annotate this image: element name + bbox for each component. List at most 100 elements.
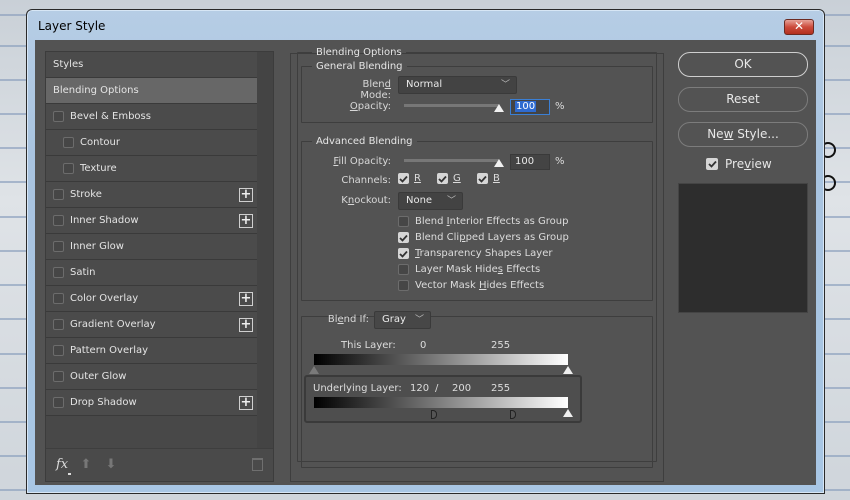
style-item-label: Inner Glow: [70, 241, 124, 252]
style-checkbox[interactable]: [53, 345, 64, 356]
this-layer-black-thumb[interactable]: [309, 366, 319, 374]
move-down-icon[interactable]: ⬇: [104, 458, 118, 472]
dialog-body: Styles Blending Options Bevel & Emboss Cont…: [35, 40, 816, 485]
preview-checkbox[interactable]: Preview: [706, 157, 772, 171]
this-layer-white-value: 255: [491, 340, 511, 351]
add-effect-icon[interactable]: +: [239, 318, 253, 332]
advanced-option-checkbox[interactable]: Layer Mask Hides Effects: [398, 264, 540, 275]
close-button[interactable]: ✕: [784, 19, 814, 35]
advanced-option-checkbox[interactable]: Blend Interior Effects as Group: [398, 216, 568, 227]
style-checkbox[interactable]: [53, 397, 64, 408]
advanced-option-label: Blend Clipped Layers as Group: [415, 232, 569, 243]
check-icon: [477, 173, 488, 184]
fill-opacity-input[interactable]: 100: [510, 154, 550, 170]
trash-icon[interactable]: [252, 458, 263, 471]
add-effect-icon[interactable]: +: [239, 396, 253, 410]
opacity-label: Opacity:: [349, 101, 391, 112]
style-item-blending-options[interactable]: Blending Options: [46, 78, 258, 104]
close-icon: ✕: [793, 19, 805, 33]
fill-opacity-slider-thumb[interactable]: [494, 159, 504, 167]
blend-mode-value: Normal: [406, 79, 443, 90]
knockout-select[interactable]: None ﹀: [398, 192, 463, 210]
style-item-color-overlay[interactable]: Color Overlay +: [46, 286, 258, 312]
style-item-stroke[interactable]: Stroke +: [46, 182, 258, 208]
knockout-label: Knockout:: [341, 195, 391, 206]
fill-percent-sign: %: [555, 156, 565, 167]
style-item-pattern-overlay[interactable]: Pattern Overlay: [46, 338, 258, 364]
advanced-option-label: Layer Mask Hides Effects: [415, 264, 541, 275]
style-item-bevel-emboss[interactable]: Bevel & Emboss: [46, 104, 258, 130]
style-checkbox[interactable]: [53, 371, 64, 382]
advanced-option-checkbox[interactable]: Transparency Shapes Layer: [398, 248, 552, 259]
underlying-white-value: 255: [491, 383, 511, 394]
chevron-down-icon: ﹀: [446, 196, 456, 206]
check-icon: [398, 248, 409, 259]
add-effect-icon[interactable]: +: [239, 292, 253, 306]
underlying-layer-gradient: [314, 397, 568, 408]
style-item-contour[interactable]: Contour: [46, 130, 258, 156]
style-item-label: Pattern Overlay: [70, 345, 149, 356]
style-checkbox[interactable]: [53, 189, 64, 200]
style-item-label: Outer Glow: [70, 371, 127, 382]
style-checkbox[interactable]: [63, 137, 74, 148]
style-checkbox[interactable]: [63, 163, 74, 174]
knockout-value: None: [406, 195, 433, 206]
new-style-button[interactable]: New Style...: [678, 122, 808, 147]
blending-options-panel: Blending Options General Blending Blend …: [290, 47, 664, 482]
style-item-outer-glow[interactable]: Outer Glow: [46, 364, 258, 390]
styles-scrollbar[interactable]: [257, 52, 273, 452]
chevron-down-icon: ﹀: [500, 80, 510, 90]
preview-label: Preview: [725, 157, 772, 171]
fill-opacity-slider-track[interactable]: [404, 159, 499, 162]
underlying-separator: /: [435, 383, 439, 394]
fx-menu-indicator-icon: [68, 473, 71, 475]
underlying-black-low-thumb[interactable]: [430, 410, 437, 419]
styles-footer: fx ⬆ ⬇: [46, 448, 273, 481]
preview-check-icon[interactable]: [706, 158, 718, 170]
move-up-icon[interactable]: ⬆: [79, 458, 93, 472]
style-item-styles[interactable]: Styles: [46, 52, 258, 78]
dialog-title: Layer Style: [38, 19, 106, 33]
style-checkbox[interactable]: [53, 215, 64, 226]
style-checkbox[interactable]: [53, 319, 64, 330]
channel-g-checkbox[interactable]: G: [437, 173, 461, 184]
channel-r-checkbox[interactable]: R: [398, 173, 421, 184]
style-item-inner-glow[interactable]: Inner Glow: [46, 234, 258, 260]
this-layer-white-thumb[interactable]: [563, 366, 573, 374]
advanced-option-label: Blend Interior Effects as Group: [415, 216, 569, 227]
channel-label: G: [453, 173, 461, 184]
channel-b-checkbox[interactable]: B: [477, 173, 500, 184]
style-item-texture[interactable]: Texture: [46, 156, 258, 182]
style-item-label: Gradient Overlay: [70, 319, 156, 330]
opacity-input[interactable]: 100: [510, 99, 550, 115]
add-effect-icon[interactable]: +: [239, 188, 253, 202]
style-checkbox[interactable]: [53, 267, 64, 278]
advanced-option-label: Vector Mask Hides Effects: [415, 280, 545, 291]
title-bar[interactable]: Layer Style ✕: [27, 10, 824, 40]
style-checkbox[interactable]: [53, 293, 64, 304]
advanced-option-checkbox[interactable]: Blend Clipped Layers as Group: [398, 232, 569, 243]
style-checkbox[interactable]: [53, 111, 64, 122]
blend-if-label: Blend If:: [327, 314, 369, 325]
blend-mode-select[interactable]: Normal ﹀: [398, 76, 517, 94]
styles-panel: Styles Blending Options Bevel & Emboss Cont…: [45, 51, 274, 482]
opacity-slider-thumb[interactable]: [494, 104, 504, 112]
check-icon: [398, 264, 409, 275]
style-item-label: Bevel & Emboss: [70, 111, 151, 122]
opacity-slider-track[interactable]: [404, 104, 499, 107]
style-item-inner-shadow[interactable]: Inner Shadow +: [46, 208, 258, 234]
advanced-option-checkbox[interactable]: Vector Mask Hides Effects: [398, 280, 544, 291]
style-item-satin[interactable]: Satin: [46, 260, 258, 286]
blend-if-select[interactable]: Gray ﹀: [374, 311, 431, 329]
fx-button[interactable]: fx: [56, 457, 68, 472]
add-effect-icon[interactable]: +: [239, 214, 253, 228]
style-item-label: Drop Shadow: [70, 397, 137, 408]
style-checkbox[interactable]: [53, 241, 64, 252]
underlying-white-thumb[interactable]: [563, 409, 573, 417]
style-item-gradient-overlay[interactable]: Gradient Overlay +: [46, 312, 258, 338]
blending-options-title: Blending Options: [316, 47, 402, 58]
style-item-drop-shadow[interactable]: Drop Shadow +: [46, 390, 258, 416]
reset-button[interactable]: Reset: [678, 87, 808, 112]
underlying-black-low-value: 120: [410, 383, 430, 394]
ok-button[interactable]: OK: [678, 52, 808, 77]
